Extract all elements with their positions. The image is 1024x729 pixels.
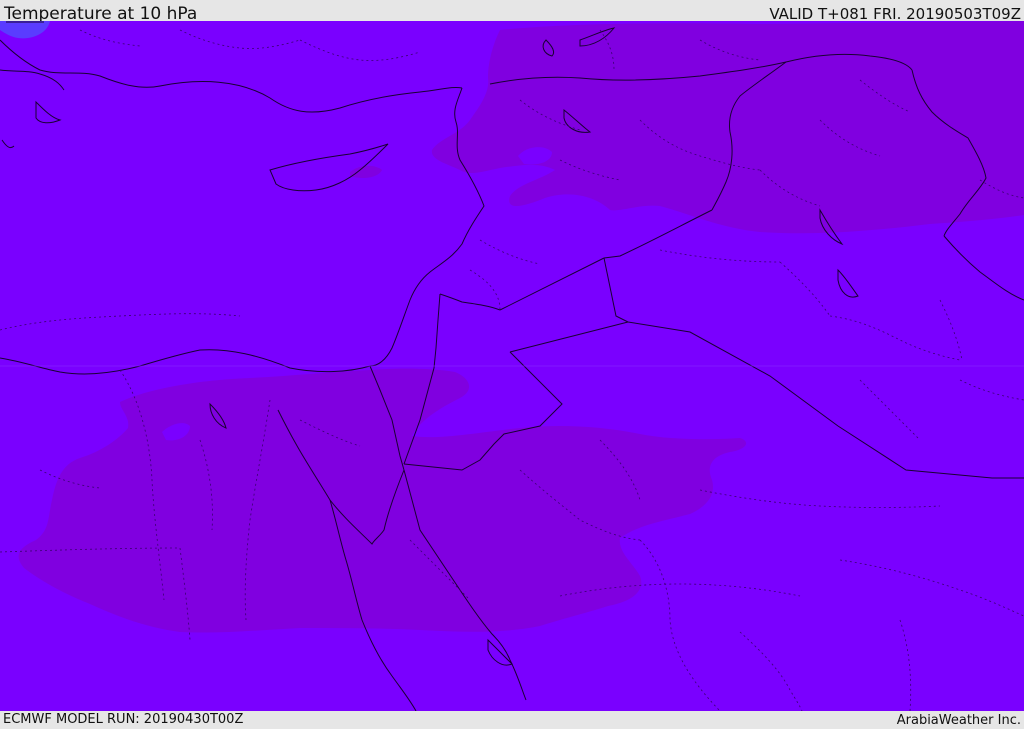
temperature-map — [0, 21, 1024, 711]
model-run-label: ECMWF MODEL RUN: 20190430T00Z — [3, 712, 244, 727]
map-frame: Temperature at 10 hPa VALID T+081 FRI. 2… — [0, 0, 1024, 729]
credit-label: ArabiaWeather Inc. — [896, 713, 1021, 728]
